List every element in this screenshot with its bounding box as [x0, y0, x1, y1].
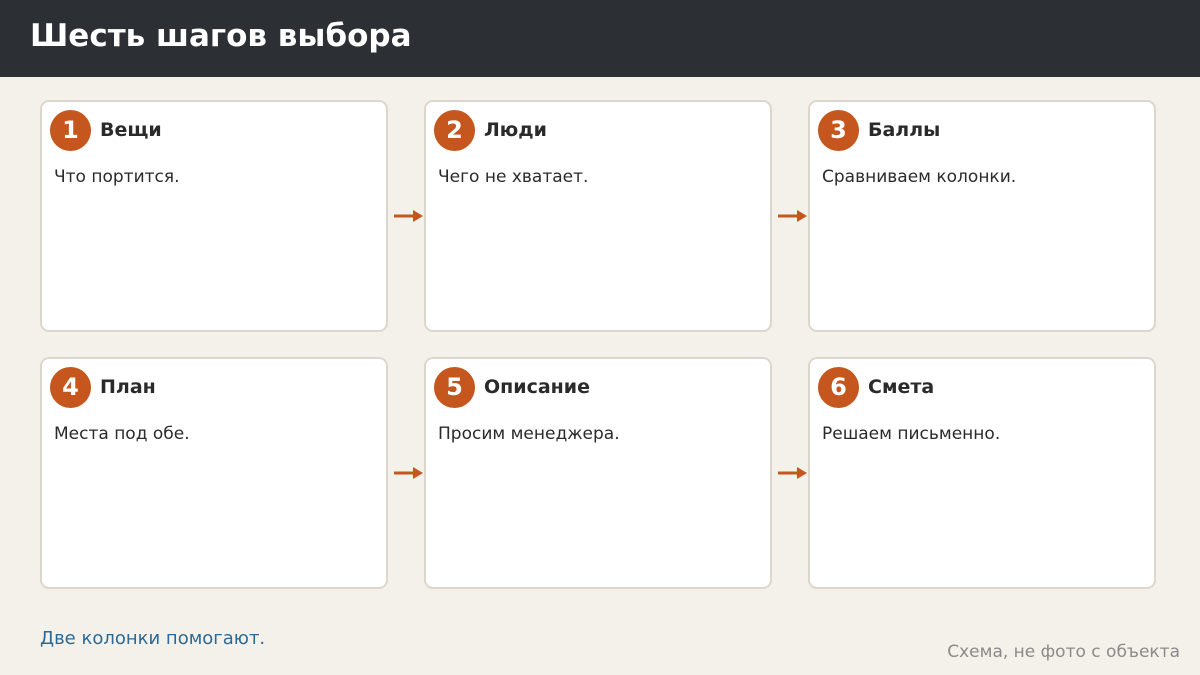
step-description: Сравниваем колонки.	[822, 167, 1017, 187]
footer-caption: Схема, не фото с объекта	[947, 642, 1180, 662]
step-number-badge: 6	[818, 367, 859, 408]
step-title: Смета	[868, 376, 935, 398]
step-title: Люди	[484, 119, 547, 141]
page-title: Шесть шагов выбора	[30, 18, 412, 54]
step-description: Что портится.	[54, 167, 180, 187]
step-title: План	[100, 376, 156, 398]
step-card-6: 6 Смета Решаем письменно.	[808, 357, 1156, 589]
arrow-right-icon	[778, 467, 807, 479]
step-number-badge: 4	[50, 367, 91, 408]
step-description: Чего не хватает.	[438, 167, 589, 187]
step-number-badge: 1	[50, 110, 91, 151]
arrow-right-icon	[778, 210, 807, 222]
step-description: Решаем письменно.	[822, 424, 1001, 444]
step-description: Просим менеджера.	[438, 424, 620, 444]
step-title: Описание	[484, 376, 591, 398]
step-card-3: 3 Баллы Сравниваем колонки.	[808, 100, 1156, 332]
step-card-1: 1 Вещи Что портится.	[40, 100, 388, 332]
arrow-right-icon	[394, 210, 423, 222]
step-title: Вещи	[100, 119, 162, 141]
step-title: Баллы	[868, 119, 941, 141]
step-number-badge: 2	[434, 110, 475, 151]
step-card-4: 4 План Места под обе.	[40, 357, 388, 589]
step-number-badge: 3	[818, 110, 859, 151]
step-description: Места под обе.	[54, 424, 190, 444]
step-card-5: 5 Описание Просим менеджера.	[424, 357, 772, 589]
footer-note: Две колонки помогают.	[40, 628, 266, 649]
arrow-right-icon	[394, 467, 423, 479]
step-number-badge: 5	[434, 367, 475, 408]
step-card-2: 2 Люди Чего не хватает.	[424, 100, 772, 332]
header-bar: Шесть шагов выбора	[0, 0, 1200, 77]
